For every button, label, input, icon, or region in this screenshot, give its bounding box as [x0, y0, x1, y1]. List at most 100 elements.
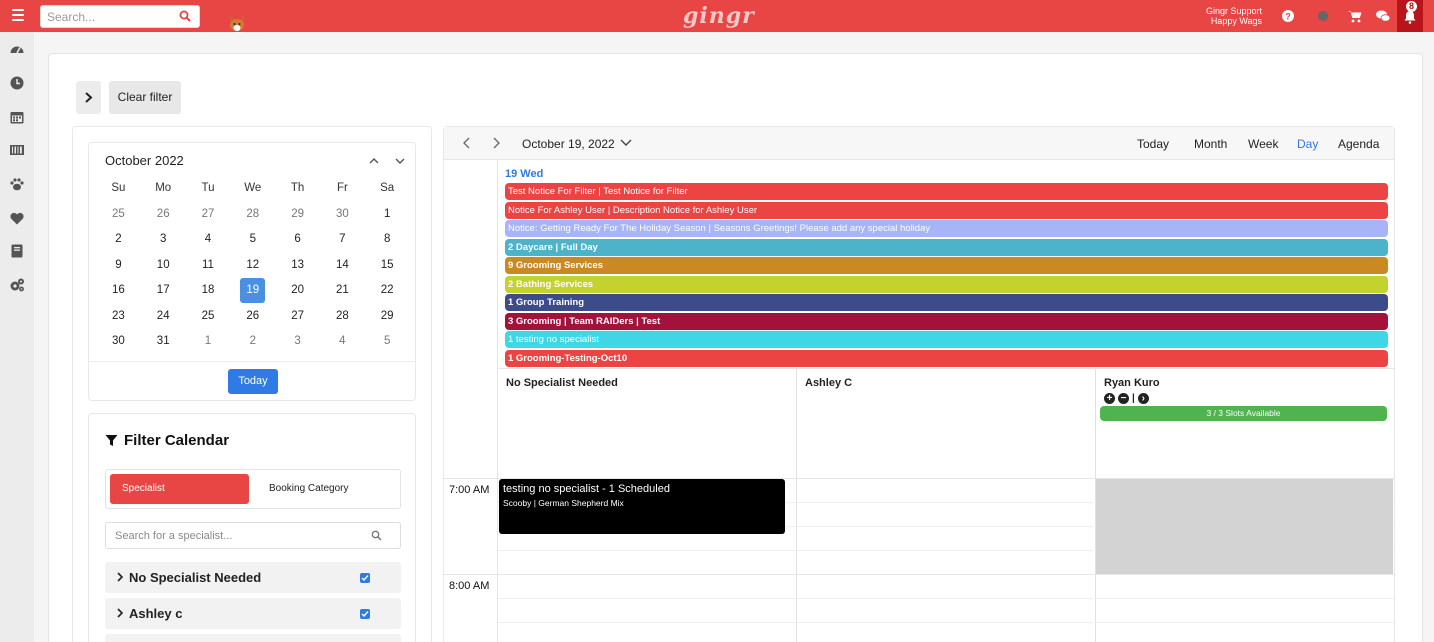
all-day-event[interactable]: 1 Group Training [505, 294, 1388, 311]
calendar-date-label[interactable]: October 19, 2022 [522, 137, 615, 151]
all-day-event[interactable]: 2 Daycare | Full Day [505, 238, 1388, 256]
calendar-day[interactable]: 4 [186, 227, 231, 253]
global-search-input[interactable] [47, 6, 172, 27]
view-week[interactable]: Week [1248, 137, 1278, 151]
user-info[interactable]: Gingr Support Happy Wags [1206, 6, 1262, 26]
calendar-day[interactable]: 6 [275, 227, 320, 253]
view-agenda[interactable]: Agenda [1338, 137, 1379, 151]
calendar-day[interactable]: 23 [96, 304, 141, 330]
calendar-day[interactable]: 30 [320, 202, 365, 228]
calendar-day[interactable]: 7 [320, 227, 365, 253]
calendar-day[interactable]: 15 [365, 253, 410, 279]
expand-filter-button[interactable] [76, 81, 101, 114]
calendar-day[interactable]: 10 [141, 253, 186, 279]
status-dot-icon[interactable] [1315, 8, 1331, 24]
calendar-day[interactable]: 26 [230, 304, 275, 330]
global-search[interactable] [40, 5, 200, 28]
all-day-event[interactable]: Test Notice For Filter | Test Notice for… [505, 183, 1388, 200]
calendar-day[interactable]: 12 [230, 253, 275, 279]
all-day-event[interactable]: 3 Grooming | Team RAIDers | Test [505, 312, 1388, 330]
calendar-day[interactable]: 22 [365, 278, 410, 304]
all-day-event[interactable]: 1 testing no specialist [505, 331, 1388, 348]
calendar-day[interactable]: 9 [96, 253, 141, 279]
calendar-day[interactable]: 31 [141, 329, 186, 355]
search-icon[interactable] [371, 530, 382, 541]
calendar-day[interactable]: 28 [230, 202, 275, 228]
tab-specialist[interactable]: Specialist [110, 474, 249, 504]
barcode-icon[interactable] [9, 142, 25, 158]
calendar-day[interactable]: 13 [275, 253, 320, 279]
calendar-day[interactable]: 29 [365, 304, 410, 330]
calendar-day[interactable]: 27 [186, 202, 231, 228]
calendar-day[interactable]: 4 [320, 329, 365, 355]
calendar-day[interactable]: 3 [141, 227, 186, 253]
calendar-day[interactable]: 29 [275, 202, 320, 228]
specialist-row-no-specialist[interactable]: No Specialist Needed [105, 562, 401, 593]
all-day-event[interactable]: 2 Bathing Services [505, 275, 1388, 293]
calendar-day[interactable]: 25 [186, 304, 231, 330]
brand-logo[interactable]: gingr [683, 3, 755, 29]
chevron-left-icon[interactable] [460, 136, 474, 150]
arrow-right-circle-icon[interactable]: › [1137, 392, 1149, 404]
specialist-checkbox[interactable] [360, 573, 370, 583]
calendar-day[interactable]: 28 [320, 304, 365, 330]
all-day-event[interactable]: 1 Grooming-Testing-Oct10 [505, 349, 1388, 367]
calendar-day[interactable]: 24 [141, 304, 186, 330]
settings-gears-icon[interactable] [9, 277, 25, 293]
calendar-day[interactable]: 17 [141, 278, 186, 304]
appointment-event[interactable]: testing no specialist - 1 Scheduled Scoo… [499, 479, 785, 534]
specialist-search-input[interactable] [115, 523, 365, 548]
calendar-day[interactable]: 26 [141, 202, 186, 228]
calendar-day[interactable]: 25 [96, 202, 141, 228]
calendar-icon[interactable] [9, 109, 25, 125]
cart-icon[interactable] [1347, 8, 1363, 24]
all-day-event[interactable]: 9 Grooming Services [505, 257, 1388, 274]
view-month[interactable]: Month [1194, 137, 1227, 151]
all-day-event[interactable]: Notice: Getting Ready For The Holiday Se… [505, 220, 1388, 237]
calendar-day[interactable]: 3 [275, 329, 320, 355]
calendar-day[interactable]: 5 [230, 227, 275, 253]
dashboard-gauge-icon[interactable] [9, 42, 25, 58]
calendar-day-selected[interactable]: 19 [230, 278, 275, 304]
help-icon[interactable]: ? [1280, 8, 1296, 24]
chat-icon[interactable] [1375, 8, 1391, 24]
calendar-day[interactable]: 20 [275, 278, 320, 304]
chevron-right-icon[interactable] [116, 608, 124, 618]
specialist-row-ashley[interactable]: Ashley c [105, 598, 401, 629]
calendar-day[interactable]: 2 [96, 227, 141, 253]
chevron-right-icon[interactable] [116, 572, 124, 582]
chevron-right-icon[interactable] [489, 136, 503, 150]
calendar-day[interactable]: 18 [186, 278, 231, 304]
menu-icon[interactable] [12, 9, 24, 23]
search-icon[interactable] [179, 10, 191, 22]
heart-icon[interactable] [9, 210, 25, 226]
calendar-day[interactable]: 21 [320, 278, 365, 304]
plus-circle-icon[interactable]: + [1104, 392, 1115, 404]
calendar-day[interactable]: 14 [320, 253, 365, 279]
specialist-row-more[interactable] [105, 634, 401, 642]
calendar-day[interactable]: 27 [275, 304, 320, 330]
book-icon[interactable] [9, 243, 25, 259]
day-header[interactable]: 19 Wed [505, 168, 543, 180]
all-day-event[interactable]: Notice For Ashley User | Description Not… [505, 201, 1388, 219]
specialist-checkbox[interactable] [360, 609, 370, 619]
calendar-day[interactable]: 2 [230, 329, 275, 355]
chevron-down-icon[interactable] [619, 137, 633, 149]
chevron-up-icon[interactable] [367, 154, 381, 168]
calendar-day[interactable]: 16 [96, 278, 141, 304]
clear-filter-button[interactable]: Clear filter [109, 81, 181, 114]
tab-booking-category[interactable]: Booking Category [269, 474, 389, 504]
slots-available-badge[interactable]: 3 / 3 Slots Available [1100, 406, 1387, 421]
notifications-button[interactable]: 8 [1397, 0, 1423, 32]
specialist-search[interactable] [105, 522, 401, 549]
minus-circle-icon[interactable]: − [1118, 392, 1129, 404]
calendar-day[interactable]: 1 [365, 202, 410, 228]
chevron-down-icon[interactable] [393, 154, 407, 168]
view-today[interactable]: Today [1137, 137, 1169, 151]
calendar-day[interactable]: 1 [186, 329, 231, 355]
today-button[interactable]: Today [228, 369, 278, 394]
calendar-day[interactable]: 8 [365, 227, 410, 253]
calendar-day[interactable]: 5 [365, 329, 410, 355]
calendar-day[interactable]: 30 [96, 329, 141, 355]
view-day[interactable]: Day [1297, 137, 1318, 151]
